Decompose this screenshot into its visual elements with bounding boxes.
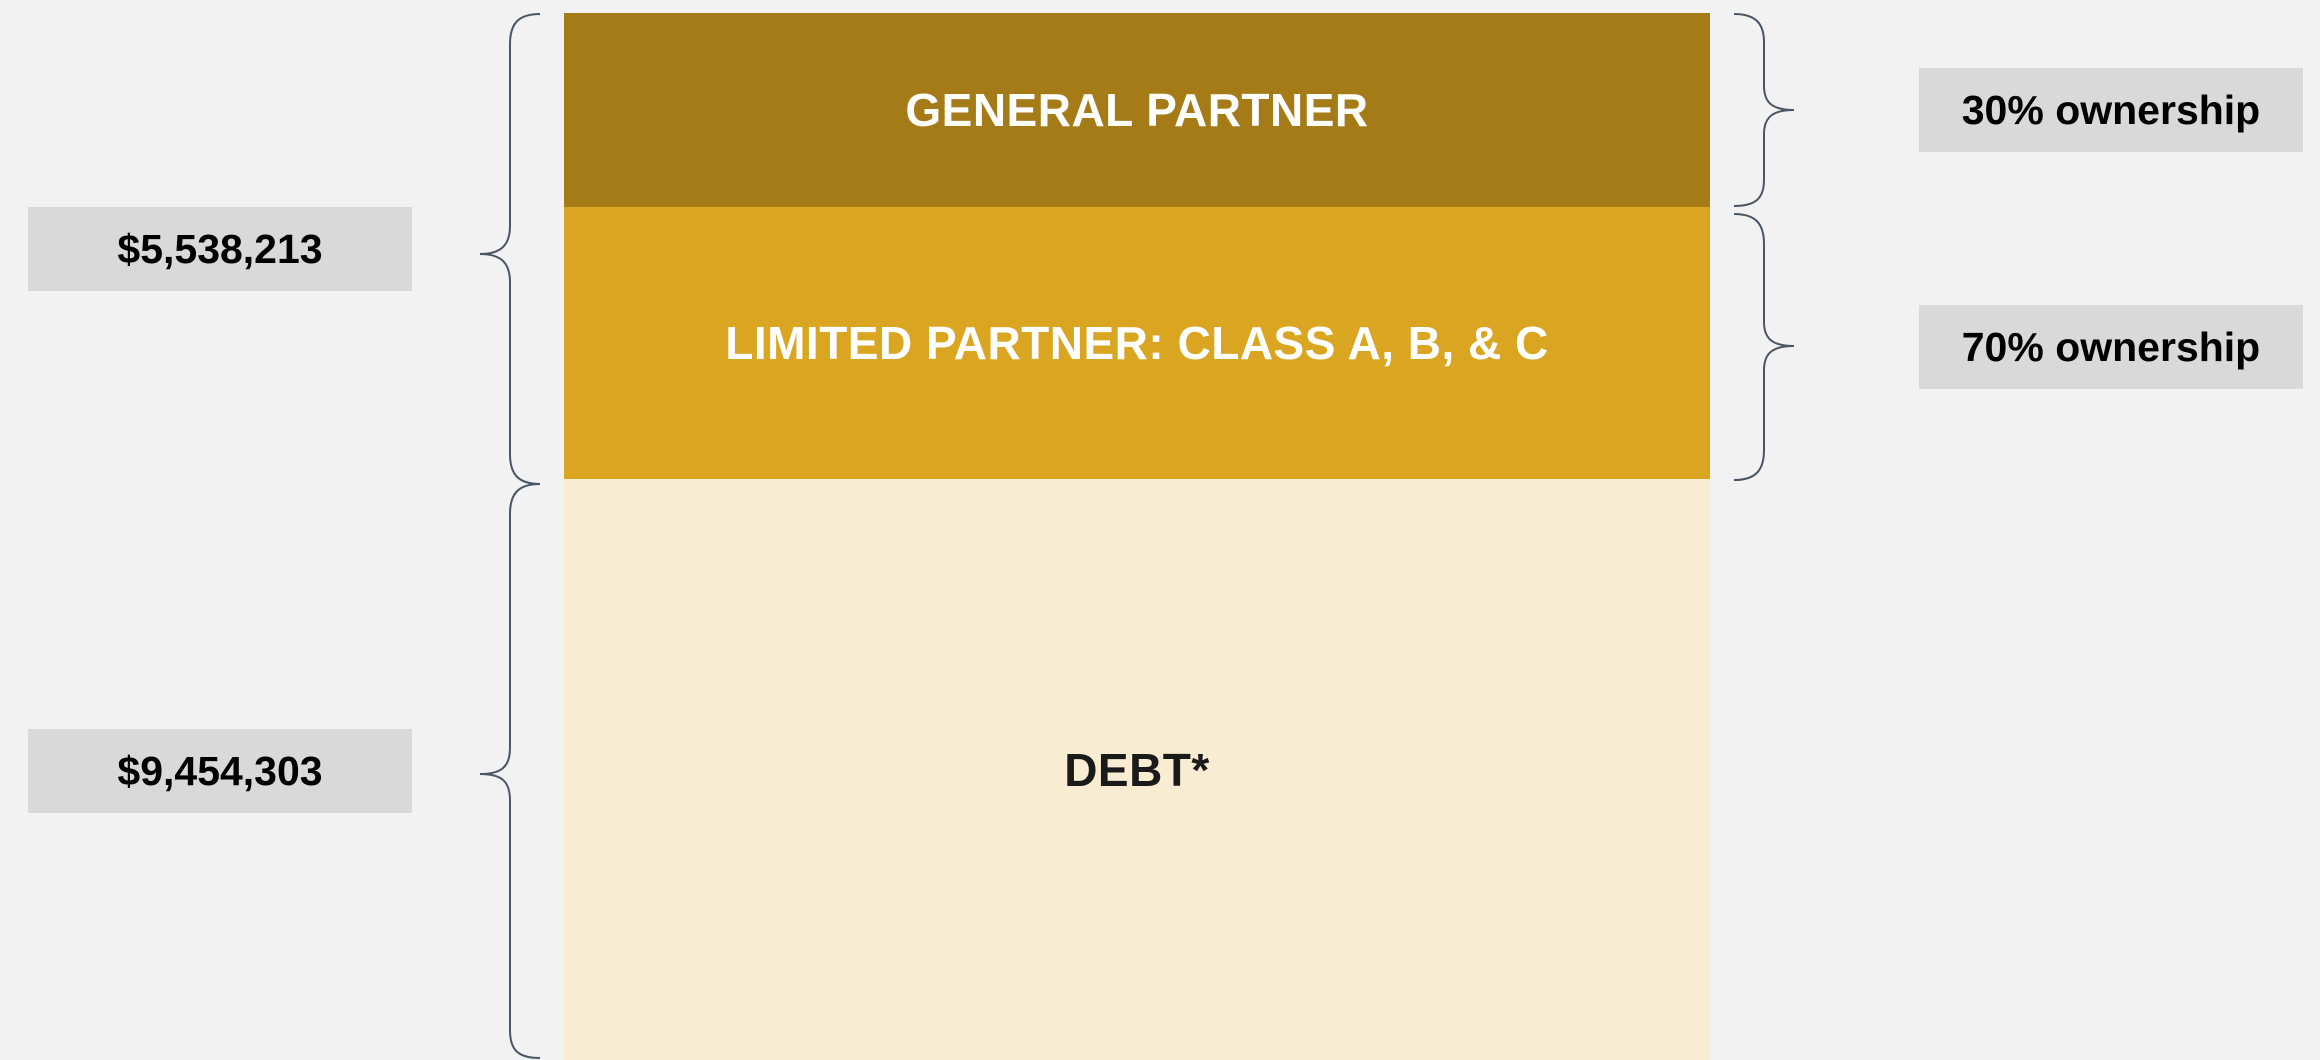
limited-partner-label: LIMITED PARTNER: CLASS A, B, & C xyxy=(725,317,1549,369)
general-partner-layer: GENERAL PARTNER xyxy=(564,13,1710,207)
debt-amount: $9,454,303 xyxy=(117,747,323,794)
lp-ownership: 70% ownership xyxy=(1961,323,2261,370)
equity-amount-box: $5,538,213 xyxy=(28,207,412,291)
equity-left-brace xyxy=(479,13,541,485)
gp-ownership: 30% ownership xyxy=(1961,86,2261,133)
debt-label: DEBT* xyxy=(1064,743,1210,796)
gp-ownership-box: 30% ownership xyxy=(1919,68,2303,152)
lp-right-brace xyxy=(1733,213,1795,481)
gp-right-brace xyxy=(1733,13,1795,207)
debt-amount-box: $9,454,303 xyxy=(28,729,412,813)
limited-partner-layer: LIMITED PARTNER: CLASS A, B, & C xyxy=(564,207,1710,479)
equity-amount: $5,538,213 xyxy=(117,225,323,272)
lp-ownership-box: 70% ownership xyxy=(1919,305,2303,389)
capital-stack-diagram: GENERAL PARTNER LIMITED PARTNER: CLASS A… xyxy=(0,0,2320,1060)
general-partner-label: GENERAL PARTNER xyxy=(905,84,1369,136)
debt-layer: DEBT* xyxy=(564,479,1710,1060)
debt-left-brace xyxy=(479,483,541,1059)
